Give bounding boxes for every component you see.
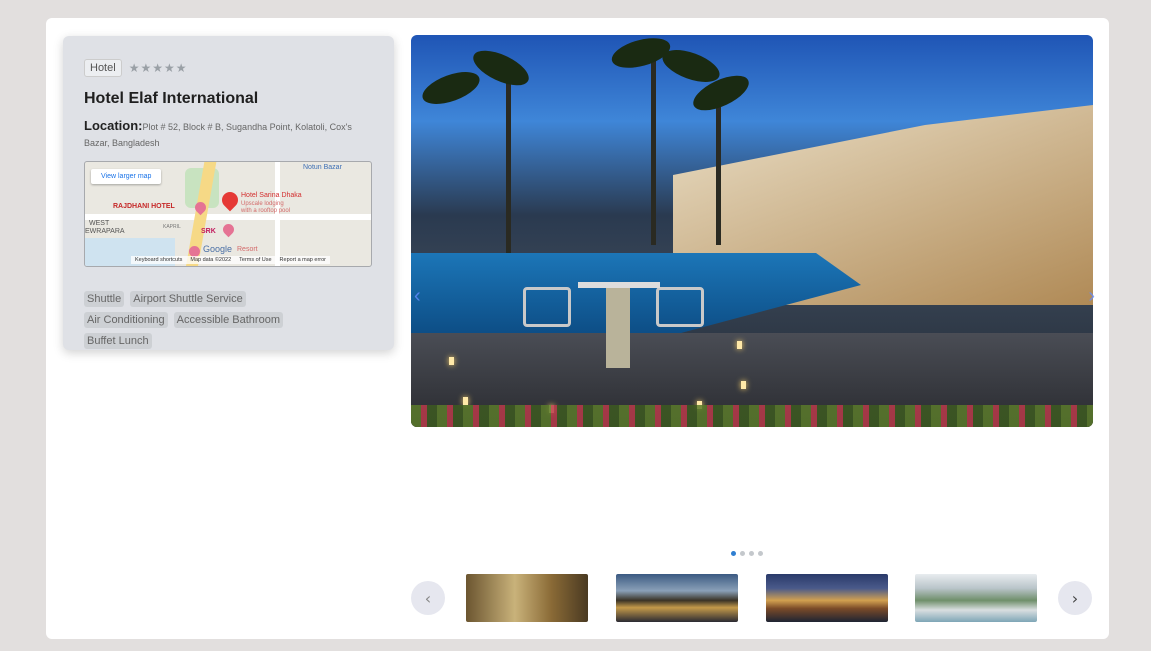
photo-palm-frond	[468, 43, 534, 93]
map-label-rajdhani: RAJDHANI HOTEL	[113, 203, 175, 210]
report-map-error-link[interactable]: Report a map error	[280, 257, 326, 263]
photo-next-arrow[interactable]: ›	[1088, 285, 1095, 308]
map-label-west: WEST	[89, 220, 110, 227]
thumbnail-hotel-courtyard[interactable]	[915, 574, 1037, 622]
photo-candle	[737, 341, 742, 349]
map-label-area: EWRAPARA	[85, 228, 125, 235]
keyboard-shortcuts-link[interactable]: Keyboard shortcuts	[135, 257, 182, 263]
photo-palm	[651, 45, 656, 245]
type-rating-row: Hotel ★★★★★	[84, 58, 373, 78]
photo-prev-arrow[interactable]: ‹	[414, 285, 421, 308]
thumbnail-next-button[interactable]: ›	[1058, 581, 1092, 615]
photo-candle	[741, 381, 746, 389]
amenity-chip: Airport Shuttle Service	[130, 291, 246, 307]
map-label-resort: Resort	[237, 246, 258, 253]
photo-pool	[411, 253, 861, 333]
map-data-text: Map data ©2022	[190, 257, 232, 263]
amenity-chip: Accessible Bathroom	[173, 312, 283, 328]
photo-chair	[656, 287, 704, 327]
carousel-indicators	[731, 551, 763, 556]
photo-palm	[716, 85, 721, 245]
thumbnail-lobby[interactable]	[466, 574, 588, 622]
location-label: Location:	[84, 118, 143, 133]
map-label-srk: SRK	[201, 228, 216, 235]
hotel-name: Hotel Elaf International	[84, 90, 259, 107]
map-label-kapril: KAPRIL	[163, 224, 181, 230]
map-poi-icon	[220, 221, 237, 238]
thumbnail-prev-button[interactable]: ‹	[411, 581, 445, 615]
amenity-chip: Shuttle	[84, 291, 125, 307]
location: Location:Plot # 52, Block # B, Sugandha …	[84, 118, 373, 151]
photo-candle	[463, 397, 468, 405]
carousel-dot[interactable]	[758, 551, 763, 556]
hotel-info-card: Hotel ★★★★★ Hotel Elaf International Loc…	[63, 36, 394, 350]
photo-palm	[506, 65, 511, 255]
main-photo[interactable]	[411, 35, 1093, 427]
thumbnail-palace-night[interactable]	[766, 574, 888, 622]
map-label-hotel-desc: Upscale lodging	[241, 201, 284, 207]
carousel-dot[interactable]	[740, 551, 745, 556]
carousel-dot[interactable]	[749, 551, 754, 556]
amenity-chip: Buffet Lunch	[84, 333, 152, 349]
map-marker-icon[interactable]	[218, 188, 242, 212]
map-label-hotel-desc: with a rooftop pool	[241, 208, 291, 214]
map-label-notun-bazar: Notun Bazar	[303, 164, 342, 171]
thumbnail-resort-dusk[interactable]	[616, 574, 738, 622]
amenities-list: Shuttle Airport Shuttle Service Air Cond…	[84, 291, 294, 349]
photo-palm-frond	[418, 65, 484, 111]
photo-candle	[449, 357, 454, 365]
star-rating: ★★★★★	[128, 61, 188, 75]
map-footer: Keyboard shortcuts Map data ©2022 Terms …	[131, 256, 331, 264]
photo-chair	[523, 287, 571, 327]
map-road	[85, 214, 371, 220]
type-badge: Hotel	[84, 59, 122, 77]
embedded-map[interactable]: View larger map Notun Bazar Hotel Sarina…	[84, 161, 372, 267]
view-larger-map-link[interactable]: View larger map	[91, 169, 162, 184]
carousel-dot-active[interactable]	[731, 551, 736, 556]
google-logo: Google	[203, 244, 233, 254]
terms-link[interactable]: Terms of Use	[239, 257, 271, 263]
photo-flowers	[411, 405, 1093, 427]
amenity-chip: Air Conditioning	[84, 312, 168, 328]
map-label-hotel: Hotel Sarina Dhaka	[241, 192, 302, 199]
photo-table-base	[606, 288, 630, 368]
map-road	[275, 162, 280, 266]
